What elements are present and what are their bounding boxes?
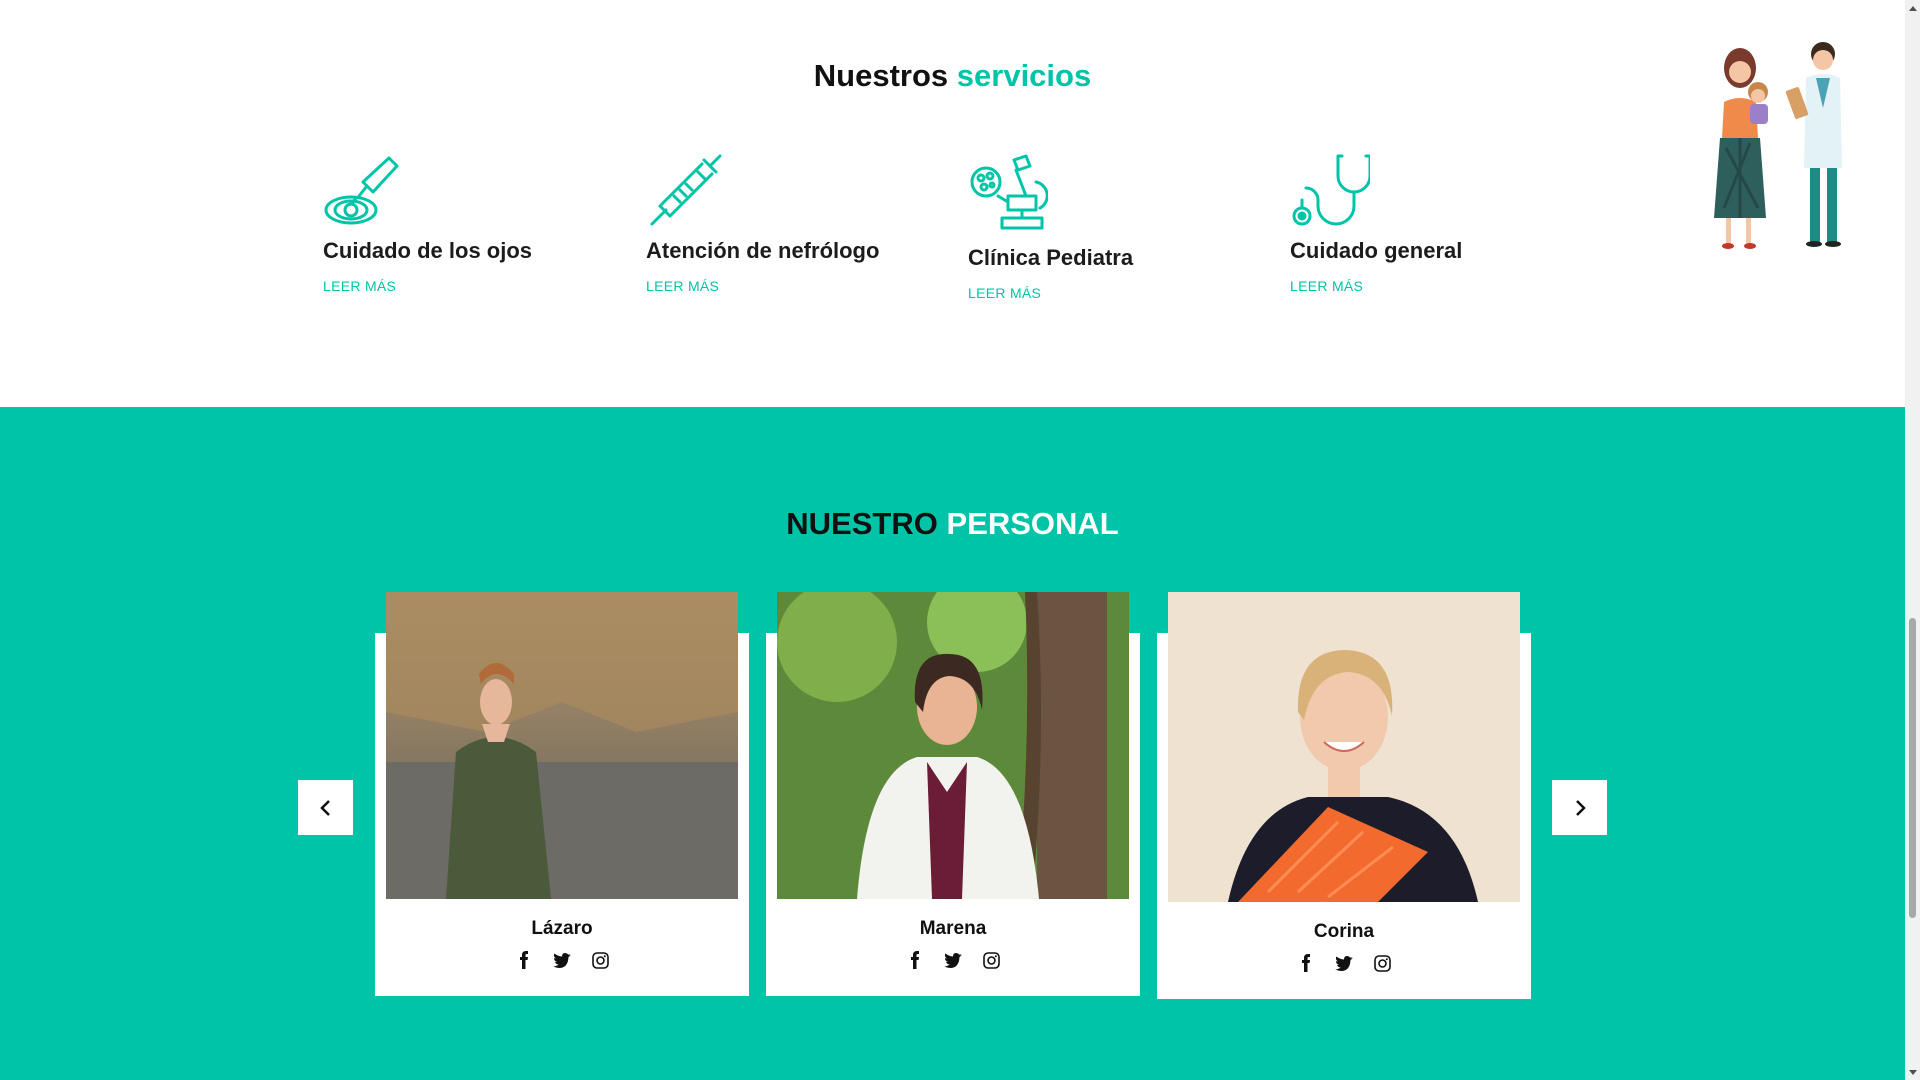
scroll-up-arrow-icon[interactable]	[1905, 0, 1920, 15]
staff-title: NUESTRO PERSONAL	[0, 506, 1905, 542]
instagram-icon[interactable]	[590, 950, 610, 970]
scroll-down-arrow-icon[interactable]	[1905, 1065, 1920, 1080]
staff-card: Corina	[1157, 592, 1531, 999]
twitter-icon[interactable]	[1334, 953, 1354, 973]
service-general-care: Cuidado general LEER MÁS	[1290, 152, 1590, 296]
staff-section: NUESTRO PERSONAL Lázaro Marena Corina	[0, 407, 1905, 1080]
staff-photo	[777, 592, 1129, 899]
services-title-main: Nuestros	[813, 58, 949, 93]
service-read-more-link[interactable]: LEER MÁS	[968, 285, 1041, 301]
staff-name: Corina	[1313, 921, 1375, 942]
service-eye-care: Cuidado de los ojos LEER MÁS	[323, 152, 623, 296]
microscope-icon	[968, 152, 1049, 232]
facebook-icon[interactable]	[514, 950, 534, 970]
staff-name: Marena	[919, 918, 987, 939]
page-scrollbar[interactable]	[1905, 0, 1920, 1080]
instagram-icon[interactable]	[981, 950, 1001, 970]
facebook-icon[interactable]	[1296, 953, 1316, 973]
chevron-right-icon	[1575, 799, 1586, 816]
service-title: Cuidado general	[1290, 238, 1463, 263]
syringe-icon	[646, 152, 726, 232]
chevron-left-icon	[319, 799, 330, 816]
service-nephrologist: Atención de nefrólogo LEER MÁS	[646, 152, 946, 296]
twitter-icon[interactable]	[552, 950, 572, 970]
carousel-next-button[interactable]	[1552, 780, 1607, 835]
staff-title-main: NUESTRO	[786, 506, 938, 541]
service-title: Atención de nefrólogo	[646, 238, 880, 263]
services-title-accent: servicios	[956, 58, 1092, 93]
staff-photo	[1168, 592, 1520, 902]
service-read-more-link[interactable]: LEER MÁS	[1290, 278, 1363, 294]
service-read-more-link[interactable]: LEER MÁS	[323, 278, 396, 294]
staff-card: Marena	[766, 592, 1140, 996]
instagram-icon[interactable]	[1372, 953, 1392, 973]
facebook-icon[interactable]	[905, 950, 925, 970]
staff-social-links	[766, 950, 1140, 970]
services-title: Nuestros servicios	[0, 58, 1905, 94]
staff-name: Lázaro	[531, 918, 593, 939]
service-read-more-link[interactable]: LEER MÁS	[646, 278, 719, 294]
service-title: Cuidado de los ojos	[323, 238, 533, 263]
staff-social-links	[1157, 953, 1531, 973]
service-pediatric-clinic: Clínica Pediatra LEER MÁS	[968, 152, 1268, 303]
eye-dropper-icon	[323, 152, 403, 232]
twitter-icon[interactable]	[943, 950, 963, 970]
service-title: Clínica Pediatra	[968, 245, 1134, 270]
staff-photo	[386, 592, 738, 899]
carousel-prev-button[interactable]	[298, 780, 353, 835]
scrollbar-thumb[interactable]	[1909, 618, 1916, 918]
doctor-family-illustration	[1710, 38, 1860, 258]
staff-title-accent: PERSONAL	[946, 506, 1119, 541]
staff-social-links	[375, 950, 749, 970]
staff-card: Lázaro	[375, 592, 749, 996]
services-section: Nuestros servicios Cuidado de los ojos L…	[0, 0, 1905, 407]
stethoscope-icon	[1290, 152, 1372, 232]
